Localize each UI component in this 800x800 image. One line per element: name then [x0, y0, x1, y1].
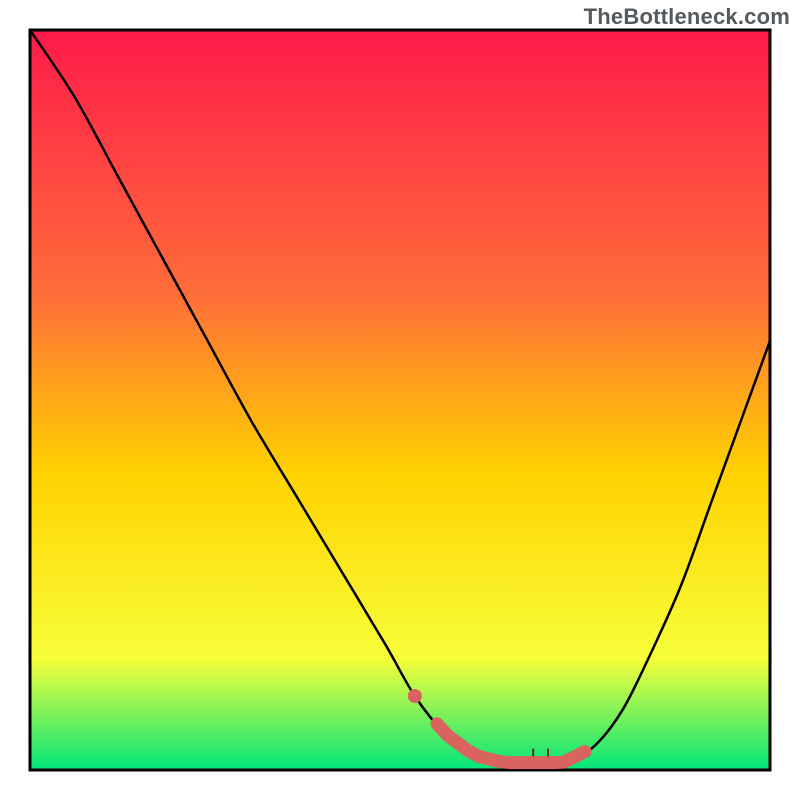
bottleneck-chart	[0, 0, 800, 800]
chart-stage: TheBottleneck.com	[0, 0, 800, 800]
plot-background	[30, 30, 770, 770]
